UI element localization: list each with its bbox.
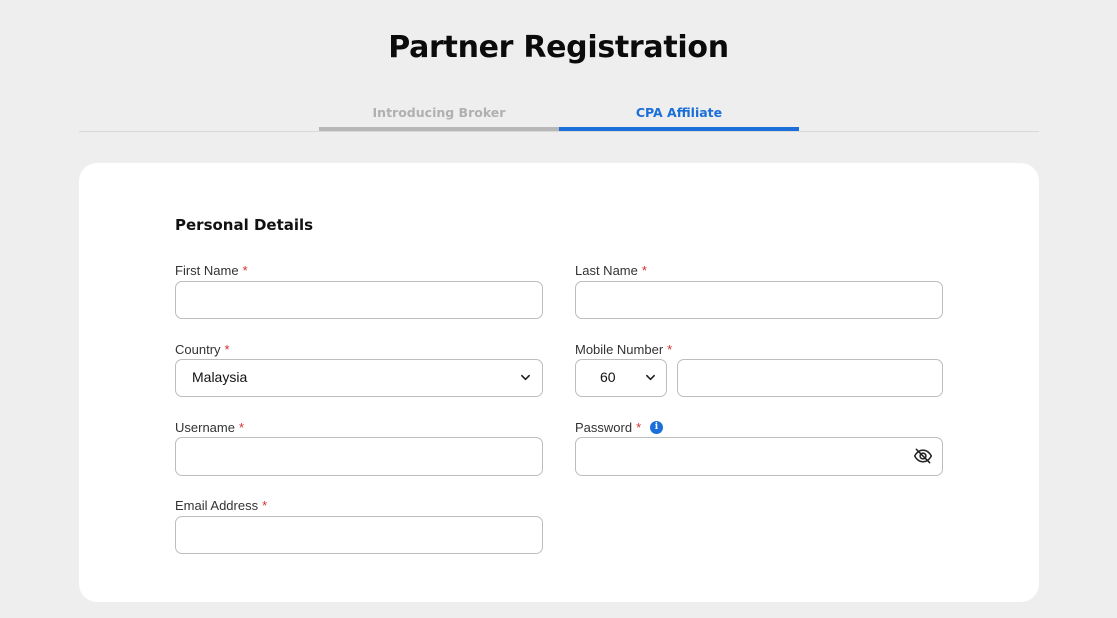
tab-introducing-broker[interactable]: Introducing Broker	[319, 100, 559, 131]
first-name-label: First Name *	[175, 263, 248, 278]
email-input[interactable]	[175, 516, 543, 554]
username-label: Username *	[175, 420, 244, 435]
tab-indicator-active	[559, 127, 799, 131]
required-mark: *	[242, 263, 248, 278]
required-mark: *	[636, 420, 642, 435]
tab-indicator	[319, 127, 559, 131]
eye-off-icon[interactable]	[913, 446, 933, 466]
last-name-input[interactable]	[575, 281, 943, 319]
mobile-number-input[interactable]	[677, 359, 943, 397]
mobile-number-label-text: Mobile Number	[575, 342, 664, 357]
required-mark: *	[262, 498, 268, 513]
required-mark: *	[224, 342, 230, 357]
country-label-text: Country	[175, 342, 221, 357]
last-name-label-text: Last Name	[575, 263, 638, 278]
chevron-down-icon	[521, 374, 530, 381]
password-label: Password *	[575, 420, 641, 435]
tab-label: Introducing Broker	[372, 105, 506, 120]
username-input[interactable]	[175, 437, 543, 476]
tab-label: CPA Affiliate	[635, 105, 723, 120]
country-code-select[interactable]: 60	[575, 359, 667, 397]
email-label: Email Address *	[175, 498, 267, 513]
country-code-value: 60	[600, 369, 616, 385]
page-title: Partner Registration	[388, 30, 729, 65]
chevron-down-icon	[646, 374, 655, 381]
section-title: Personal Details	[175, 216, 314, 234]
required-mark: *	[667, 342, 673, 357]
username-label-text: Username	[175, 420, 235, 435]
mobile-number-label: Mobile Number *	[575, 342, 672, 357]
required-mark: *	[238, 420, 245, 435]
password-input[interactable]	[575, 437, 943, 476]
tabs-divider	[79, 131, 1039, 132]
first-name-input[interactable]	[175, 281, 543, 319]
info-icon[interactable]: i	[650, 421, 663, 434]
country-select-value: Malaysia	[192, 369, 248, 385]
country-label: Country *	[175, 342, 230, 357]
first-name-label-text: First Name	[175, 263, 239, 278]
password-label-text: Password	[575, 420, 633, 435]
registration-card: Personal Details First Name * Last Name * …	[79, 163, 1039, 602]
country-select[interactable]: Malaysia	[175, 359, 543, 397]
tab-cpa-affiliate[interactable]: CPA Affiliate	[559, 100, 799, 131]
last-name-label: Last Name *	[575, 263, 647, 278]
email-label-text: Email Address	[175, 498, 259, 513]
required-mark: *	[641, 263, 647, 278]
